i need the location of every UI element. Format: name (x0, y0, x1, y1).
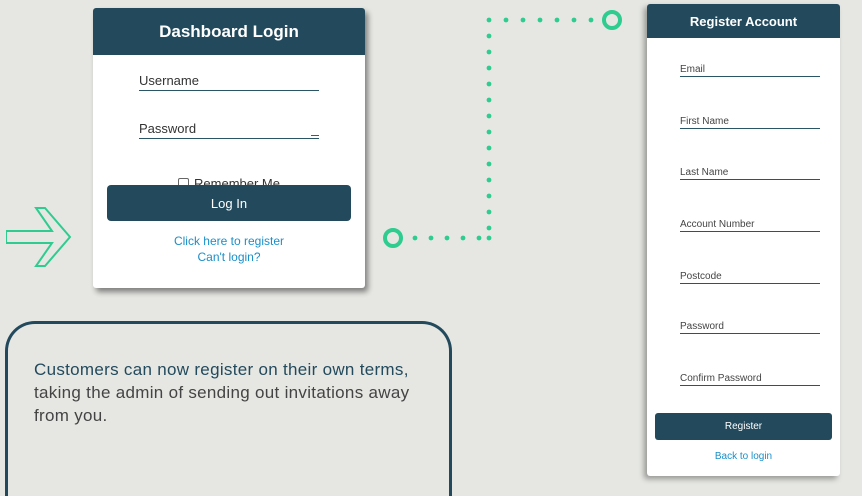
password-reveal-icon (311, 135, 319, 136)
login-button[interactable]: Log In (107, 185, 351, 221)
email-field[interactable]: Email (680, 64, 820, 77)
postcode-field[interactable]: Postcode (680, 271, 820, 284)
account-number-field[interactable]: Account Number (680, 219, 820, 232)
login-card: Dashboard Login Username Password Rememb… (93, 8, 365, 288)
login-title: Dashboard Login (93, 8, 365, 55)
password-placeholder: Password (139, 121, 197, 136)
info-text: taking the admin of sending out invitati… (34, 383, 410, 425)
password-field[interactable]: Password (139, 121, 319, 139)
username-placeholder: Username (139, 73, 199, 88)
register-card: Register Account Email First Name Last N… (647, 4, 840, 476)
register-title: Register Account (647, 4, 840, 38)
info-highlight: Customers can now register on their own … (34, 360, 409, 379)
register-link[interactable]: Click here to register (93, 234, 365, 248)
back-to-login-link[interactable]: Back to login (647, 451, 840, 462)
first-name-field[interactable]: First Name (680, 116, 820, 129)
register-button[interactable]: Register (655, 413, 832, 440)
last-name-field[interactable]: Last Name (680, 167, 820, 180)
cant-login-link[interactable]: Can't login? (93, 250, 365, 264)
confirm-password-field[interactable]: Confirm Password (680, 373, 820, 386)
username-field[interactable]: Username (139, 73, 319, 91)
info-box: Customers can now register on their own … (5, 321, 452, 496)
password-field[interactable]: Password (680, 321, 820, 334)
right-arrow-icon (6, 207, 72, 267)
